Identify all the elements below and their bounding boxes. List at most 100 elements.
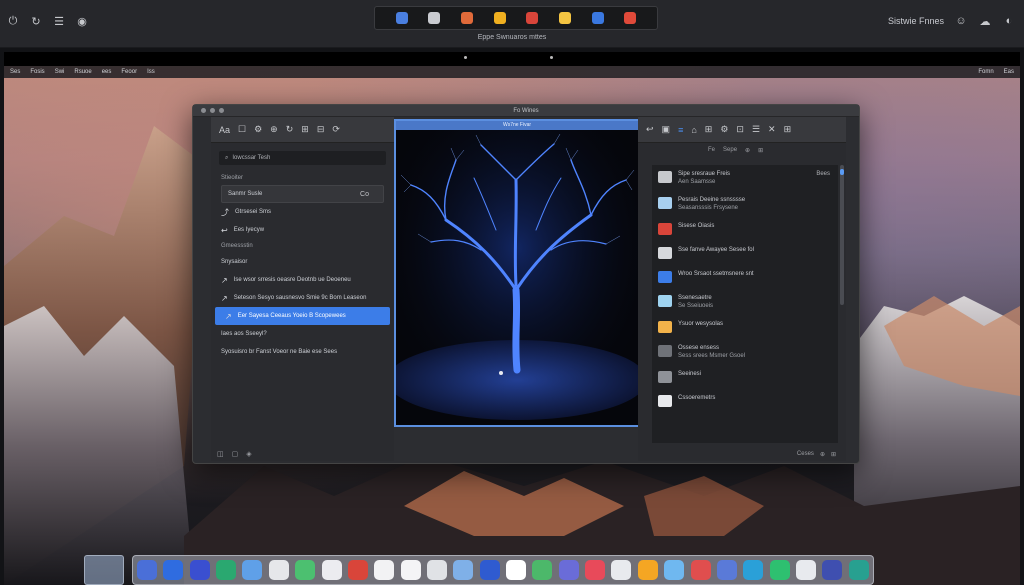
right-footer-button[interactable]: ⊞ xyxy=(831,451,836,458)
dock-app-icon[interactable] xyxy=(295,560,316,580)
menu-item[interactable]: Ses xyxy=(10,69,20,75)
left-toolbar-button[interactable]: ↻ xyxy=(286,124,294,135)
refresh-icon[interactable]: ↻ xyxy=(29,14,43,28)
dock-app-icon[interactable] xyxy=(743,560,764,580)
right-subbar-item[interactable]: Fe xyxy=(708,147,715,153)
dock-app-icon[interactable] xyxy=(189,560,210,580)
left-footer-button[interactable]: ▢ xyxy=(232,450,239,458)
left-footer-button[interactable]: ◫ xyxy=(217,450,224,458)
list-item[interactable]: Ysuor wesysolas xyxy=(652,315,838,339)
list-item[interactable]: Sipe sresraue Freis Aen Saamsse Bees xyxy=(652,165,838,191)
menu-item[interactable]: Fosis xyxy=(30,69,44,75)
right-toolbar-button[interactable]: ⊞ xyxy=(705,124,713,135)
dock-app-icon[interactable] xyxy=(848,560,869,580)
dock-app-icon[interactable] xyxy=(611,560,632,580)
dock-app-icon[interactable] xyxy=(690,560,711,580)
dock-app-icon[interactable] xyxy=(242,560,263,580)
right-footer-button[interactable]: ⊕ xyxy=(820,451,825,458)
right-footer-button[interactable]: Ceses xyxy=(797,451,814,457)
sidebar-item[interactable]: ↗ Ise wsor srresis oeasre Deotnb ue Deoen… xyxy=(211,271,394,289)
list-item[interactable]: Pesrais Deeine ssnsssse Seasansssis Frsys… xyxy=(652,191,838,217)
right-toolbar-button[interactable]: ☰ xyxy=(752,124,760,135)
right-toolbar-button[interactable]: ⊞ xyxy=(784,124,792,135)
list-item[interactable]: Cssoeremetrs xyxy=(652,389,838,413)
image-preview-panel[interactable]: Ws7ne Fivar xyxy=(394,119,640,427)
left-toolbar-button[interactable]: ⚙ xyxy=(254,124,262,135)
left-toolbar-button[interactable]: ⟳ xyxy=(332,124,340,135)
close-button[interactable] xyxy=(201,108,206,113)
dock-app-icon[interactable] xyxy=(822,560,843,580)
user-icon[interactable]: ☺ xyxy=(954,14,968,28)
dock-app-icon[interactable] xyxy=(268,560,289,580)
left-toolbar-button[interactable]: Aa xyxy=(219,125,230,135)
bag-icon[interactable] xyxy=(526,12,539,24)
cloud-icon[interactable]: ☁ xyxy=(978,14,992,28)
minimize-button[interactable] xyxy=(210,108,215,113)
menu-status-item[interactable]: Fomn xyxy=(978,69,993,75)
dock-side-tile[interactable] xyxy=(84,555,124,585)
dock-app-icon[interactable] xyxy=(137,560,157,580)
dock-app-icon[interactable] xyxy=(426,560,447,580)
power-icon[interactable]: ⏻ xyxy=(6,14,20,28)
list-icon[interactable]: ☰ xyxy=(52,14,66,28)
dock-app-icon[interactable] xyxy=(163,560,184,580)
right-toolbar-button[interactable]: ⚙ xyxy=(720,124,728,135)
dock-app-icon[interactable] xyxy=(506,560,527,580)
dock-app-icon[interactable] xyxy=(664,560,685,580)
list-item[interactable]: Ssenesaetre Se Sseiuoeis xyxy=(652,289,838,315)
dock-app-icon[interactable] xyxy=(453,560,474,580)
right-toolbar-button[interactable]: ✕ xyxy=(768,124,776,135)
dock-app-icon[interactable] xyxy=(769,560,790,580)
sidebar-item[interactable]: ↗ Seteson Sesyo sausnesvo Smie 9c Bom Lea… xyxy=(211,289,394,307)
right-subbar-item[interactable]: Sepe xyxy=(723,147,737,153)
list-item[interactable]: Wroo Srsaot ssetmsnere snt xyxy=(652,265,838,289)
sidebar-item[interactable]: Iaes aos Sseeyl? xyxy=(211,325,394,343)
left-toolbar-button[interactable]: ☐ xyxy=(238,124,246,135)
dock-app-icon[interactable] xyxy=(347,560,368,580)
dock-app-icon[interactable] xyxy=(216,560,237,580)
list-item[interactable]: Sisese Oiasis xyxy=(652,217,838,241)
sidebar-item[interactable]: ↩ Ees Iyecyw xyxy=(211,221,394,239)
dock-app-icon[interactable] xyxy=(637,560,658,580)
menu-item[interactable]: Iss xyxy=(147,69,155,75)
item-accessory-icon[interactable]: Co xyxy=(360,191,369,198)
dock-app-icon[interactable] xyxy=(321,560,342,580)
right-toolbar-button[interactable]: ⊡ xyxy=(736,124,744,135)
right-subbar-item[interactable]: ⊞ xyxy=(758,147,763,154)
user-label[interactable]: Sistwie Fnnes xyxy=(888,16,944,26)
left-toolbar-button[interactable]: ⊟ xyxy=(317,124,325,135)
dock-app-icon[interactable] xyxy=(558,560,579,580)
left-footer-button[interactable]: ◈ xyxy=(246,450,251,458)
sidebar-item[interactable]: Sanmr Susle Co xyxy=(221,185,384,203)
fire-icon[interactable] xyxy=(460,12,473,24)
dock-app-icon[interactable] xyxy=(795,560,816,580)
left-toolbar-button[interactable]: ⊞ xyxy=(301,124,309,135)
sidebar-item[interactable]: Snysaisor xyxy=(211,253,394,271)
dock-app-icon[interactable] xyxy=(400,560,421,580)
menu-item[interactable]: Feoor xyxy=(121,69,137,75)
menu-item[interactable]: Rsuoe xyxy=(74,69,91,75)
list-item[interactable]: Seeinesi xyxy=(652,365,838,389)
sidebar-item[interactable]: ↗ Eer Sayesa Ceeaus Yoeio B Scopewees xyxy=(215,307,390,325)
dock-app-icon[interactable] xyxy=(716,560,737,580)
menu-item[interactable]: Swi xyxy=(55,69,65,75)
sidebar-item[interactable]: Syosuisro br Fanst Voeor ne Baie ese See… xyxy=(211,343,394,361)
dock-app-icon[interactable] xyxy=(479,560,500,580)
right-toolbar-button[interactable]: ↩ xyxy=(646,124,654,135)
shield-icon[interactable] xyxy=(591,12,604,24)
right-subbar-item[interactable]: ⊕ xyxy=(745,147,750,154)
dock-app-icon[interactable] xyxy=(374,560,395,580)
dock-app-icon[interactable] xyxy=(585,560,606,580)
list-item[interactable]: Ossese ensess Sess srees Msmer Gsoel xyxy=(652,339,838,365)
paint-icon[interactable] xyxy=(558,12,571,24)
camera-icon[interactable]: ◉ xyxy=(75,14,89,28)
zoom-button[interactable] xyxy=(219,108,224,113)
right-scrollbar[interactable] xyxy=(840,165,844,305)
sidebar-item[interactable]: ⤴ Gtrsesei Sms xyxy=(211,203,394,221)
right-toolbar-button[interactable]: ▣ xyxy=(662,124,671,135)
apple-icon[interactable]: ◐ xyxy=(1002,14,1016,28)
menu-item[interactable]: ees xyxy=(102,69,112,75)
dock-app-icon[interactable] xyxy=(532,560,553,580)
frame-icon[interactable] xyxy=(428,12,441,24)
list-item[interactable]: Sse fanve Awayee Sesee fol xyxy=(652,241,838,265)
